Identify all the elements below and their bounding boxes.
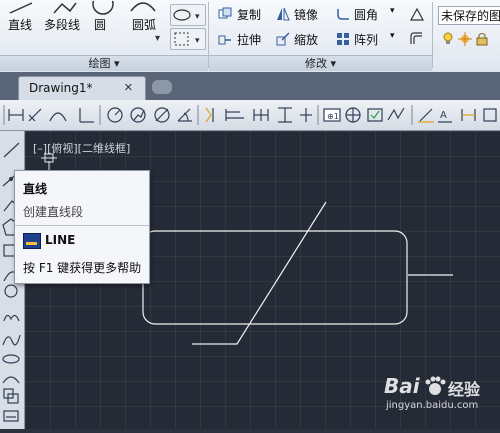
radius-dimension-icon — [107, 107, 123, 123]
tooltip-divider — [15, 225, 149, 226]
svg-text:⊕1: ⊕1 — [327, 112, 339, 121]
panel-divider — [432, 2, 433, 68]
jog-line-icon — [387, 107, 405, 121]
mirror-label[interactable]: 镜像 — [294, 6, 318, 23]
polyline-tool-label[interactable]: 多段线 — [44, 16, 80, 33]
document-tab-bar: Drawing1* ✕ — [0, 72, 500, 101]
break-icon — [300, 108, 312, 122]
toolbar-icons: ⊕1 A — [3, 105, 497, 125]
hatch-tool-icon[interactable]: ▾ — [170, 28, 206, 50]
copy-label[interactable]: 复制 — [237, 6, 261, 23]
svg-text:▾: ▾ — [195, 36, 200, 46]
tab-drawing1[interactable]: Drawing1* ✕ — [18, 76, 146, 101]
diameter-dimension-icon — [154, 107, 170, 123]
aligned-dimension-icon — [28, 108, 42, 122]
angular-dimension-icon — [177, 108, 192, 122]
circle-icon — [4, 284, 18, 298]
fillet-label[interactable]: 圆角 — [354, 6, 378, 23]
array-label[interactable]: 阵列 — [354, 31, 378, 48]
svg-text:A: A — [440, 110, 447, 121]
layer-state-dropdown[interactable]: 未保存的图 — [438, 6, 500, 25]
layer-lock-icon[interactable] — [476, 31, 488, 46]
array-icon[interactable] — [336, 31, 350, 45]
paw-logo-icon — [424, 376, 446, 396]
circle-tool-label[interactable]: 圆 — [94, 16, 106, 33]
circle-tool-icon[interactable] — [92, 0, 114, 15]
layer-freeze-icon[interactable] — [458, 31, 472, 46]
offset-icon[interactable] — [408, 30, 426, 48]
line-icon — [3, 142, 20, 158]
dimension-text-edit-icon: A — [438, 110, 452, 123]
svg-text:▾: ▾ — [195, 12, 200, 22]
insert-block-icon — [3, 388, 19, 404]
scale-icon[interactable] — [276, 31, 290, 46]
linear-dimension-icon — [8, 109, 24, 121]
modify-panel-title[interactable]: 修改 ▾ — [209, 55, 432, 71]
ellipse-arc-icon — [2, 376, 20, 384]
watermark-brand-suffix: 经验 — [448, 380, 481, 399]
rounded-rectangle — [142, 230, 408, 325]
line-command-tooltip: 直线 创建直线段 LINE 按 F1 键获得更多帮助 — [14, 170, 150, 284]
draw-panel-expand-icon[interactable]: ▾ — [154, 28, 166, 46]
slanted-polyline — [192, 201, 327, 345]
edit-dimension-icon — [418, 108, 434, 123]
tab-drawing1-label: Drawing1* — [29, 81, 93, 95]
stretch-icon[interactable] — [218, 31, 232, 45]
polyline-tool-icon[interactable] — [52, 0, 78, 14]
layer-bulb-icon[interactable] — [442, 31, 454, 45]
spline-icon — [2, 334, 21, 346]
arc-length-icon — [49, 112, 67, 122]
tooltip-help-hint: 按 F1 键获得更多帮助 — [23, 261, 142, 275]
tooltip-title: 直线 — [23, 182, 48, 196]
new-tab-button[interactable] — [152, 80, 172, 94]
watermark-brand: Bai — [384, 374, 420, 398]
arc-tool-label[interactable]: 圆弧 — [132, 16, 156, 33]
space-icon — [278, 107, 292, 123]
command-line-icon — [23, 233, 41, 249]
stretch-label[interactable]: 拉伸 — [237, 31, 261, 48]
make-block-icon — [3, 410, 19, 422]
continue-icon — [253, 109, 269, 121]
line-tool-icon[interactable] — [8, 0, 34, 14]
svg-text:▾: ▾ — [155, 33, 160, 44]
tolerance-icon: ⊕1 — [323, 108, 341, 122]
fillet-icon[interactable] — [336, 6, 350, 20]
jogged-icon — [130, 107, 146, 123]
ordinate-icon — [79, 108, 94, 123]
tooltip-command-name: LINE — [45, 233, 76, 247]
watermark-url: jingyan.baidu.com — [386, 400, 479, 411]
baidu-watermark: Bai 经验 jingyan.baidu.com — [384, 374, 496, 416]
fillet-dropdown-icon[interactable]: ▾ — [390, 6, 395, 16]
mirror-icon[interactable] — [276, 6, 290, 21]
revision-cloud-icon — [3, 314, 20, 322]
tooltip-description: 创建直线段 — [23, 205, 84, 219]
dimension-style-icon — [483, 108, 497, 122]
inspect-icon — [367, 108, 383, 122]
ribbon: 直线 多段线 圆 圆弧 ▾ ▾ ▾ 绘图 ▾ 复制 镜像 圆角 ▾ 拉伸 缩放 — [0, 0, 500, 73]
array-dropdown-icon[interactable]: ▾ — [390, 31, 395, 41]
ellipse-icon — [2, 354, 20, 364]
dimension-toolbar: ⊕1 A — [0, 100, 500, 131]
draw-panel-title[interactable]: 绘图 ▾ — [0, 55, 208, 71]
tab-close-icon[interactable]: ✕ — [124, 81, 133, 94]
baseline-icon — [225, 109, 244, 121]
ellipse-tool-icon[interactable]: ▾ — [170, 4, 206, 26]
dimension-update-icon — [461, 109, 476, 121]
center-mark-icon — [345, 107, 361, 123]
line-tool-label[interactable]: 直线 — [8, 16, 32, 33]
arc-tool-icon[interactable] — [128, 0, 158, 14]
erase-icon[interactable] — [408, 6, 426, 24]
scale-label[interactable]: 缩放 — [294, 31, 318, 48]
quick-dimension-icon — [205, 107, 214, 123]
copy-icon[interactable] — [218, 6, 232, 20]
